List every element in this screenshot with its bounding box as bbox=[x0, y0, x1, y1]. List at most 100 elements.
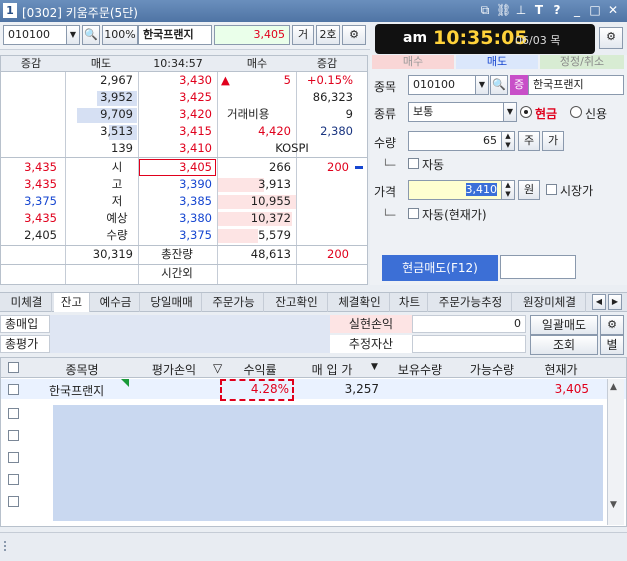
price-label: 가격 bbox=[374, 185, 397, 199]
auto-current-checkbox[interactable] bbox=[408, 208, 419, 219]
cash-sell-button[interactable]: 현금매도(F12) bbox=[382, 255, 498, 281]
zoom-percent[interactable]: 100% bbox=[102, 25, 138, 45]
row-checkbox-4[interactable] bbox=[8, 452, 19, 463]
cash-label: 현금 bbox=[535, 107, 558, 121]
tab-prev-icon[interactable]: ◀ bbox=[592, 294, 606, 310]
bid-price-2[interactable]: 3,390 bbox=[138, 176, 216, 193]
high-label: 고 bbox=[111, 177, 123, 191]
clock-time: 10:35:05 bbox=[433, 27, 528, 49]
market-price-checkbox[interactable] bbox=[546, 184, 557, 195]
link-icon[interactable]: ⛓ bbox=[496, 3, 511, 17]
text-icon[interactable]: T bbox=[532, 3, 546, 17]
header-profit[interactable]: 평가손익 bbox=[139, 361, 209, 378]
row-checkbox[interactable] bbox=[8, 384, 19, 395]
filter-icon[interactable]: ▽ bbox=[213, 361, 222, 375]
header-name[interactable]: 종목명 bbox=[27, 361, 137, 378]
tab-unfilled[interactable]: 미체결 bbox=[2, 293, 52, 312]
bid-price-4[interactable]: 3,380 bbox=[138, 210, 216, 227]
sort-down-icon[interactable]: ▼ bbox=[371, 362, 378, 372]
header-ask: 매도 bbox=[90, 57, 112, 70]
sell-info-field bbox=[500, 255, 576, 279]
credit-label: 신용 bbox=[585, 107, 608, 121]
row-checkbox-3[interactable] bbox=[8, 430, 19, 441]
expected-label: 예상 bbox=[106, 211, 128, 225]
row-checkbox-5[interactable] bbox=[8, 474, 19, 485]
row-checkbox-2[interactable] bbox=[8, 408, 19, 419]
row-rate: 4.28% bbox=[250, 382, 289, 396]
ask-price-3[interactable]: 3,420 bbox=[138, 106, 216, 123]
pin-icon[interactable]: ⊥ bbox=[514, 3, 528, 17]
tab-orderable[interactable]: 주문가능 bbox=[204, 293, 264, 312]
tab-ledger-unfilled[interactable]: 원장미체결 bbox=[514, 293, 586, 312]
summary-gear-icon[interactable]: ⚙ bbox=[600, 315, 624, 335]
tab-sell[interactable]: 매도 bbox=[456, 55, 538, 69]
tab-balance-check[interactable]: 잔고확인 bbox=[266, 293, 328, 312]
bid-qty-1: 266 bbox=[269, 160, 291, 174]
price-input[interactable]: 3,410 bbox=[408, 180, 502, 200]
search-icon[interactable]: 🔍 bbox=[82, 25, 100, 45]
price-unit-button[interactable]: 원 bbox=[518, 180, 540, 200]
tab-buy[interactable]: 매수 bbox=[372, 55, 454, 69]
bid-price-3[interactable]: 3,385 bbox=[138, 193, 216, 210]
restore-icon[interactable]: ⧉ bbox=[478, 3, 492, 17]
ask-price-2[interactable]: 3,425 bbox=[138, 89, 216, 106]
credit-radio[interactable] bbox=[570, 106, 582, 118]
tab-modify-cancel[interactable]: 정정/취소 bbox=[540, 55, 624, 69]
qty-unit-button[interactable]: 주 bbox=[518, 131, 540, 151]
auto-qty-checkbox[interactable] bbox=[408, 158, 419, 169]
header-avail-qty[interactable]: 가능수량 bbox=[457, 361, 527, 378]
gear-icon[interactable]: ⚙ bbox=[342, 25, 366, 45]
status-bar bbox=[0, 532, 627, 561]
help-icon[interactable]: ? bbox=[550, 3, 564, 17]
order-type-select[interactable]: 보통 bbox=[408, 102, 504, 122]
grip-icon[interactable] bbox=[4, 541, 10, 551]
header-current[interactable]: 현재가 bbox=[529, 361, 593, 378]
row-checkbox-6[interactable] bbox=[8, 496, 19, 507]
header-hold-qty[interactable]: 보유수량 bbox=[385, 361, 455, 378]
tab-orderable-estimate[interactable]: 주문가능추정 bbox=[430, 293, 512, 312]
order-type-dropdown-icon[interactable]: ▼ bbox=[503, 102, 517, 122]
auto-qty-label: 자동 bbox=[422, 158, 445, 172]
tab-daily-trade[interactable]: 당일매매 bbox=[142, 293, 202, 312]
maximize-icon[interactable]: □ bbox=[588, 3, 602, 17]
qty-input[interactable]: 65 bbox=[408, 131, 502, 151]
tab-next-icon[interactable]: ▶ bbox=[608, 294, 622, 310]
row-stock-name[interactable]: 한국프랜지 bbox=[49, 382, 104, 399]
order-code-dropdown-icon[interactable]: ▼ bbox=[475, 75, 489, 95]
qty-price-button[interactable]: 가 bbox=[542, 131, 564, 151]
header-buy-price[interactable]: 매 입 가 bbox=[297, 361, 367, 378]
high-price: 3,435 bbox=[24, 177, 57, 191]
bid-price-5[interactable]: 3,375 bbox=[138, 227, 216, 244]
minimize-icon[interactable]: _ bbox=[570, 3, 584, 17]
tab-chart[interactable]: 차트 bbox=[392, 293, 428, 312]
header-rate[interactable]: 수익률 bbox=[225, 361, 295, 378]
scroll-up-icon[interactable]: ▲ bbox=[610, 382, 617, 392]
row-corner-mark-icon bbox=[121, 379, 129, 387]
order-code-input[interactable]: 010100 bbox=[408, 75, 476, 95]
order-gear-icon[interactable]: ⚙ bbox=[599, 27, 623, 49]
stock-code-input[interactable]: 010100 bbox=[3, 25, 67, 45]
cash-radio[interactable] bbox=[520, 106, 532, 118]
hoga-count-button[interactable]: 2호 bbox=[316, 25, 340, 45]
code-label: 종목 bbox=[374, 80, 397, 94]
ask-price-5[interactable]: 3,410 bbox=[138, 140, 216, 157]
separate-button[interactable]: 별 bbox=[600, 335, 624, 355]
scroll-down-icon[interactable]: ▼ bbox=[610, 500, 617, 510]
tab-balance[interactable]: 잔고 bbox=[54, 293, 90, 312]
chevron-down-icon[interactable]: ▼ bbox=[66, 25, 80, 45]
geo-button[interactable]: 거 bbox=[292, 25, 314, 45]
order-search-icon[interactable]: 🔍 bbox=[490, 75, 508, 95]
ask-price-1[interactable]: 3,430 bbox=[138, 72, 216, 89]
tab-fill-check[interactable]: 체결확인 bbox=[330, 293, 390, 312]
ask-price-4[interactable]: 3,415 bbox=[138, 123, 216, 140]
bulk-sell-button[interactable]: 일괄매도 bbox=[530, 315, 598, 335]
qty-stepper[interactable]: ▲ ▼ bbox=[501, 131, 515, 151]
close-icon[interactable]: ✕ bbox=[606, 3, 620, 17]
price-value: 3,410 bbox=[465, 183, 497, 196]
price-stepper[interactable]: ▲ ▼ bbox=[501, 180, 515, 200]
bid-price-1[interactable]: 3,405 bbox=[138, 159, 216, 176]
select-all-checkbox[interactable] bbox=[8, 362, 19, 373]
qty-label: 수량 bbox=[106, 228, 128, 242]
tab-deposit[interactable]: 예수금 bbox=[92, 293, 140, 312]
inquiry-button[interactable]: 조회 bbox=[530, 335, 598, 355]
